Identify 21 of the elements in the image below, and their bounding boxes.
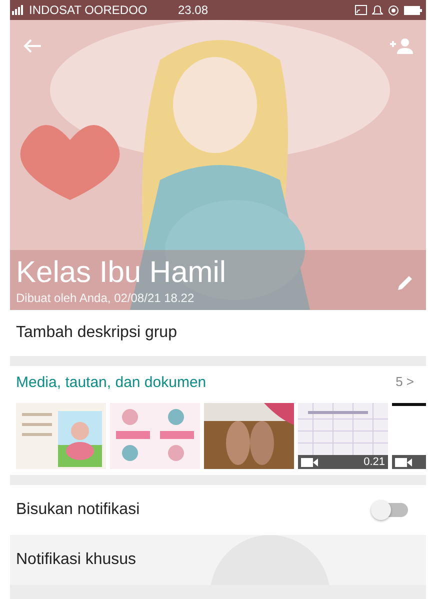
video-duration: 0.21	[364, 456, 385, 468]
setting-label[interactable]: Notifikasi khusus	[16, 551, 136, 569]
video-camera-icon	[395, 458, 413, 466]
description-link[interactable]: Tambah deskripsi grup	[16, 324, 177, 342]
edit-icon[interactable]	[396, 274, 414, 292]
battery-icon	[404, 6, 422, 14]
group-name: Kelas Ibu Hamil	[16, 256, 226, 290]
media-count[interactable]: 5 >	[396, 374, 414, 391]
cast-icon	[355, 5, 367, 15]
mute-toggle[interactable]	[374, 503, 408, 517]
video-camera-icon	[301, 458, 319, 466]
carrier-name: INDOSAT OOREDOO	[29, 3, 148, 17]
setting-label[interactable]: Bisukan notifikasi	[16, 501, 140, 519]
target-icon	[388, 4, 399, 16]
media-section-title[interactable]: Media, tautan, dan dokumen	[16, 374, 206, 391]
signal-icon	[12, 5, 24, 15]
add-person-icon[interactable]	[390, 38, 414, 54]
clock-time: 23.08	[178, 3, 208, 17]
bell-icon	[372, 4, 383, 16]
back-icon[interactable]	[22, 38, 42, 54]
created-info: Dibuat oleh Anda, 02/08/21 18.22	[16, 290, 196, 306]
